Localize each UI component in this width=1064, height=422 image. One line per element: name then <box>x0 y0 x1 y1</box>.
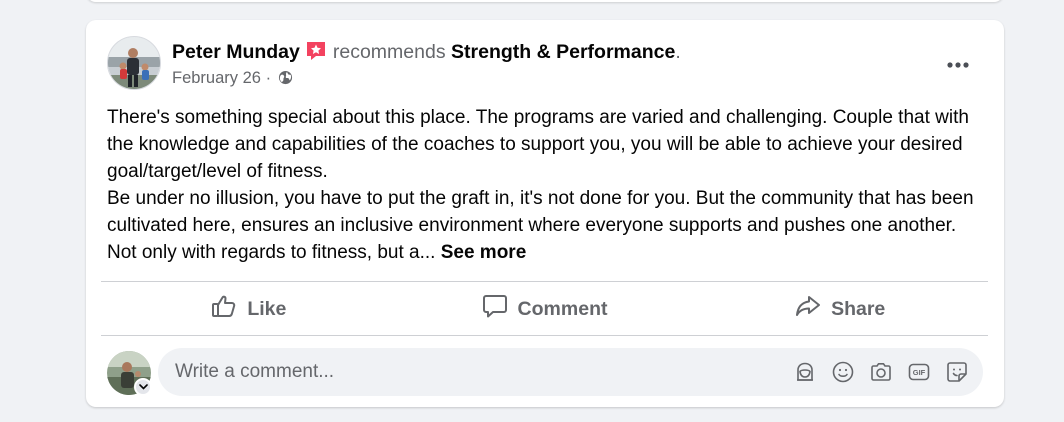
post-paragraph-1: There's something special about this pla… <box>107 107 969 182</box>
title-period: . <box>675 41 681 63</box>
share-arrow-icon <box>795 293 821 325</box>
author-name[interactable]: Peter Munday <box>172 41 300 63</box>
actions-bottom-divider <box>101 335 988 336</box>
camera-icon[interactable] <box>868 360 893 385</box>
see-more-link[interactable]: See more <box>441 242 527 263</box>
account-switcher-chevron-icon[interactable] <box>134 378 152 396</box>
recommends-text: recommends <box>332 41 446 63</box>
comment-box: GIF <box>158 348 983 396</box>
globe-icon[interactable] <box>278 69 293 91</box>
comment-input[interactable] <box>158 348 792 396</box>
comment-tools: GIF <box>792 360 983 385</box>
recommend-badge-icon <box>305 40 327 69</box>
svg-text:GIF: GIF <box>912 368 925 377</box>
post-card: Peter Munday recommends Strength & Perfo… <box>86 20 1004 407</box>
page-name-link[interactable]: Strength & Performance <box>451 41 675 63</box>
share-label: Share <box>831 297 886 320</box>
gif-icon[interactable]: GIF <box>906 360 931 385</box>
like-label: Like <box>247 297 287 320</box>
more-options-button[interactable] <box>940 46 976 82</box>
share-button[interactable]: Share <box>692 283 988 335</box>
post-paragraph-2-text: Be under no illusion, you have to put th… <box>107 188 974 263</box>
actions-top-divider <box>101 281 988 282</box>
thumbs-up-icon <box>211 293 237 325</box>
like-button[interactable]: Like <box>101 283 397 335</box>
post-body: There's something special about this pla… <box>107 104 987 266</box>
post-title-line: Peter Munday recommends Strength & Perfo… <box>172 39 681 69</box>
ellipsis-icon <box>947 55 969 73</box>
post-meta: February 26 · <box>172 67 293 91</box>
post-paragraph-2: Be under no illusion, you have to put th… <box>107 185 987 266</box>
sticker-icon[interactable] <box>944 360 969 385</box>
comment-label: Comment <box>517 297 608 320</box>
author-avatar[interactable] <box>107 36 161 90</box>
previous-card-edge <box>86 0 1004 2</box>
post-date[interactable]: February 26 <box>172 69 261 87</box>
comment-button[interactable]: Comment <box>397 283 693 335</box>
avatar-sticker-icon[interactable] <box>792 360 817 385</box>
comment-composer: GIF <box>107 348 983 396</box>
post-header: Peter Munday recommends Strength & Perfo… <box>107 36 984 92</box>
action-bar: Like Comment Share <box>101 283 988 335</box>
meta-separator: · <box>265 69 272 87</box>
emoji-icon[interactable] <box>830 360 855 385</box>
comment-bubble-icon <box>482 293 508 325</box>
